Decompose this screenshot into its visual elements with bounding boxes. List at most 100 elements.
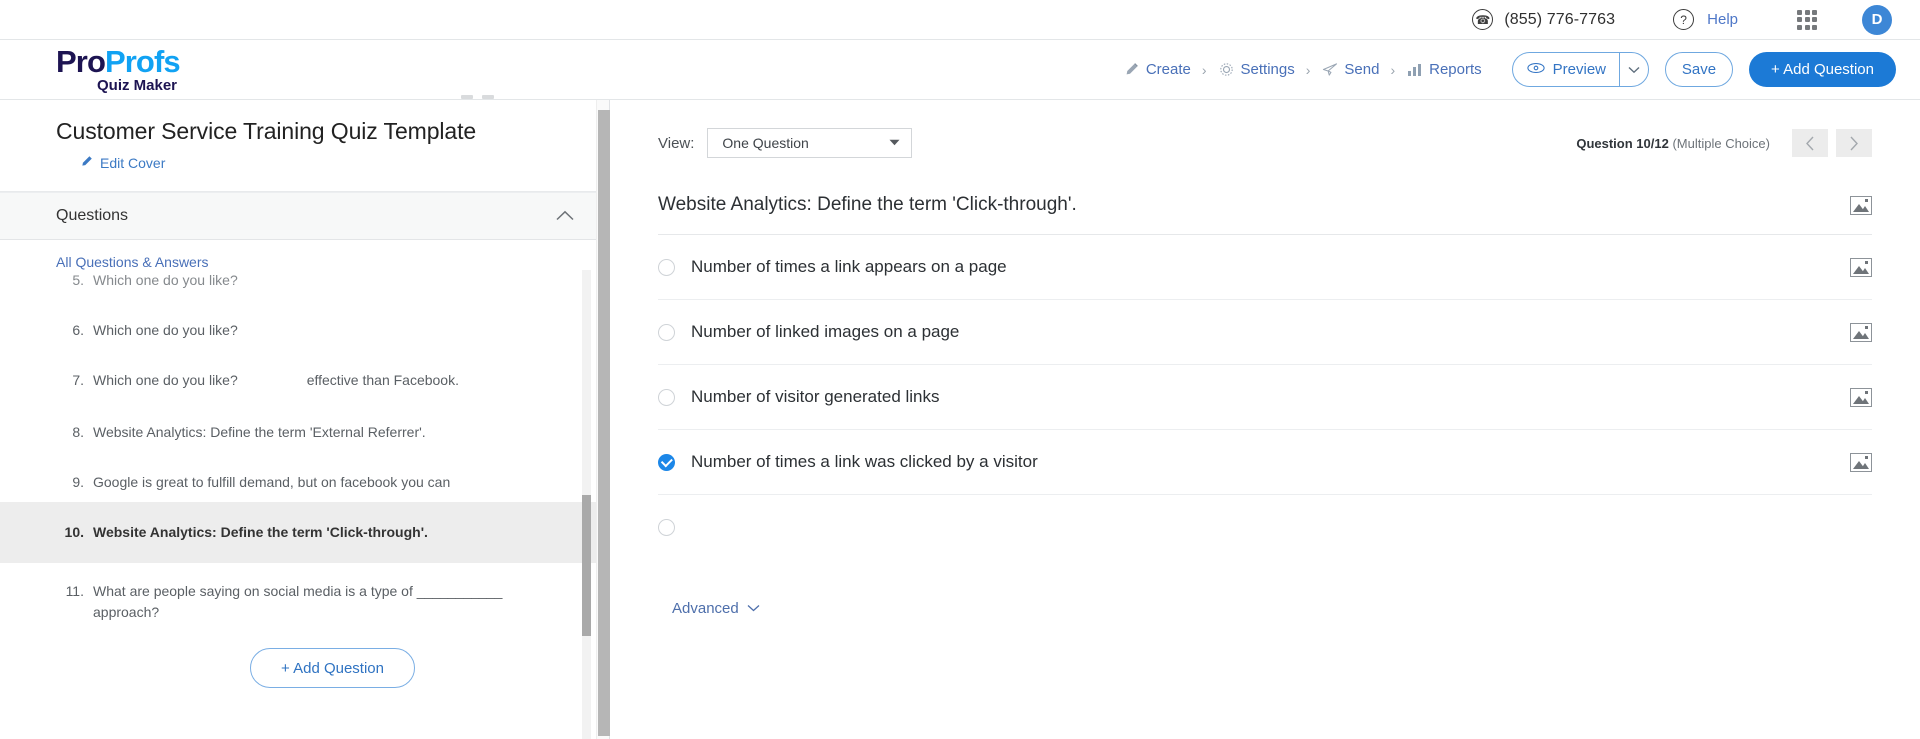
main-navbar: ProProfs Quiz Maker Create › Settings › [0, 40, 1920, 100]
logo-wordmark: ProProfs [56, 46, 181, 77]
answer-option-row: Number of linked images on a page [658, 300, 1872, 365]
question-counter: Question 10/12 (Multiple Choice) [1576, 136, 1770, 151]
sidebar-header: Customer Service Training Quiz Template … [0, 95, 609, 192]
question-label-fragment: effective than Facebook. [306, 372, 459, 388]
nav-item-settings[interactable]: Settings [1218, 61, 1295, 78]
breadcrumb-separator: › [1201, 61, 1207, 78]
advanced-toggle[interactable]: Advanced [672, 600, 760, 617]
add-question-button[interactable]: + Add Question [1749, 52, 1896, 87]
help-link[interactable]: Help [1707, 11, 1738, 28]
answer-radio[interactable] [658, 258, 675, 276]
sidebar-scrollbar[interactable] [596, 100, 610, 739]
nav-item-create[interactable]: Create [1123, 61, 1191, 78]
questions-section-header[interactable]: Questions [0, 192, 609, 240]
save-button[interactable]: Save [1665, 52, 1733, 87]
nav-item-create-label: Create [1145, 61, 1191, 78]
page-body: Customer Service Training Quiz Template … [0, 95, 1920, 739]
list-item[interactable]: 7. Which one do you like? effective than… [56, 350, 609, 400]
prev-question-button[interactable] [1792, 129, 1828, 157]
edit-cover-link[interactable]: Edit Cover [80, 155, 609, 171]
question-text[interactable]: Website Analytics: Define the term 'Clic… [658, 194, 1077, 216]
answer-option-left [658, 519, 691, 536]
breadcrumb: Create › Settings › Send › Reports [1123, 61, 1482, 78]
gear-icon [1218, 61, 1235, 78]
list-item-active[interactable]: 10. Website Analytics: Define the term '… [0, 502, 609, 563]
question-label: Which one do you like? [93, 272, 238, 288]
question-number: 7. [72, 372, 84, 388]
answer-radio[interactable] [658, 388, 675, 406]
list-item[interactable]: 5. Which one do you like? [56, 270, 609, 300]
question-list-scrollbar[interactable] [582, 270, 591, 739]
question-label: Website Analytics: Define the term 'Clic… [93, 524, 428, 540]
answer-option-row-empty [658, 495, 1872, 560]
main-content: View: One Question Question 10/12 (Multi… [610, 100, 1920, 618]
answer-option-label[interactable]: Number of times a link was clicked by a … [691, 452, 1038, 472]
view-label: View: [658, 134, 695, 152]
image-placeholder-icon[interactable] [1850, 387, 1872, 407]
image-placeholder-icon[interactable] [1850, 257, 1872, 277]
apps-grid-icon[interactable] [1796, 9, 1818, 31]
preview-button-group: Preview [1511, 52, 1649, 87]
view-select[interactable]: One Question [707, 128, 913, 158]
support-phone-number: (855) 776-7763 [1504, 10, 1616, 28]
list-item[interactable]: 8. Website Analytics: Define the term 'E… [56, 400, 609, 452]
question-number: 6. [72, 322, 84, 338]
answer-option-label[interactable]: Number of linked images on a page [691, 322, 959, 342]
question-mark-icon[interactable]: ? [1673, 9, 1695, 30]
question-label: Which one do you like? [93, 322, 238, 338]
question-label: What are people saying on social media i… [93, 583, 503, 620]
question-text-row: Website Analytics: Define the term 'Clic… [658, 158, 1872, 235]
answer-option-row: Number of visitor generated links [658, 365, 1872, 430]
answer-radio-checked[interactable] [658, 453, 675, 471]
list-item[interactable]: 11. What are people saying on social med… [56, 563, 609, 632]
logo-subtitle: Quiz Maker [97, 77, 178, 94]
sidebar-add-question-button[interactable]: + Add Question [250, 648, 415, 688]
next-question-button[interactable] [1836, 129, 1872, 157]
question-counter-value: Question 10/12 [1576, 135, 1669, 151]
image-placeholder-icon[interactable] [1850, 322, 1872, 342]
question-pagination: Question 10/12 (Multiple Choice) [1576, 129, 1872, 157]
answer-radio[interactable] [658, 519, 675, 536]
nav-item-send-label: Send [1344, 61, 1380, 78]
question-label: Which one do you like? [93, 372, 238, 388]
edit-cover-label: Edit Cover [100, 155, 166, 171]
proprofs-logo[interactable]: ProProfs Quiz Maker [56, 46, 181, 94]
nav-item-send[interactable]: Send [1321, 61, 1379, 78]
nav-item-reports-label: Reports [1429, 61, 1482, 78]
question-list: 5. Which one do you like? 6. Which one d… [0, 270, 609, 688]
main-panel: View: One Question Question 10/12 (Multi… [610, 100, 1920, 739]
question-type-label: (Multiple Choice) [1672, 135, 1770, 151]
answer-option-label[interactable]: Number of visitor generated links [691, 387, 940, 407]
question-label-split: Which one do you like? effective than Fa… [93, 370, 569, 391]
answer-option-label[interactable]: Number of times a link appears on a page [691, 257, 1007, 277]
phone-icon: ☎ [1472, 9, 1494, 30]
eye-icon [1527, 61, 1545, 78]
answer-radio[interactable] [658, 323, 675, 341]
view-select-value: One Question [722, 135, 809, 151]
bar-chart-icon [1406, 61, 1423, 78]
page-title: Customer Service Training Quiz Template [56, 118, 477, 144]
cut-off-chip [461, 95, 494, 99]
top-utility-bar: ☎ (855) 776-7763 ? Help D [0, 0, 1920, 40]
chevron-down-icon [747, 603, 760, 615]
list-item[interactable]: 9. Google is great to fulfill demand, bu… [56, 452, 609, 502]
chevron-up-icon[interactable] [556, 208, 574, 225]
preview-button[interactable]: Preview [1511, 52, 1619, 87]
question-number: 5. [72, 272, 84, 288]
avatar[interactable]: D [1862, 4, 1892, 35]
nav-item-reports[interactable]: Reports [1406, 61, 1482, 78]
list-item[interactable]: 6. Which one do you like? [56, 300, 609, 350]
question-label: Google is great to fulfill demand, but o… [93, 474, 451, 490]
image-placeholder-icon[interactable] [1850, 452, 1872, 472]
sidebar: Customer Service Training Quiz Template … [0, 95, 610, 739]
image-placeholder-icon[interactable] [1850, 195, 1872, 215]
topbar-right-group: ☎ (855) 776-7763 ? Help D [1472, 4, 1892, 35]
question-list-scrollbar-thumb[interactable] [582, 495, 591, 636]
preview-dropdown-toggle[interactable] [1619, 52, 1649, 87]
all-questions-answers-link[interactable]: All Questions & Answers [0, 240, 609, 270]
pencil-icon [1123, 61, 1140, 78]
answer-option-left: Number of times a link appears on a page [658, 257, 1007, 277]
questions-section-label: Questions [56, 207, 129, 224]
sidebar-scrollbar-thumb[interactable] [598, 109, 610, 736]
nav-item-settings-label: Settings [1240, 61, 1295, 78]
